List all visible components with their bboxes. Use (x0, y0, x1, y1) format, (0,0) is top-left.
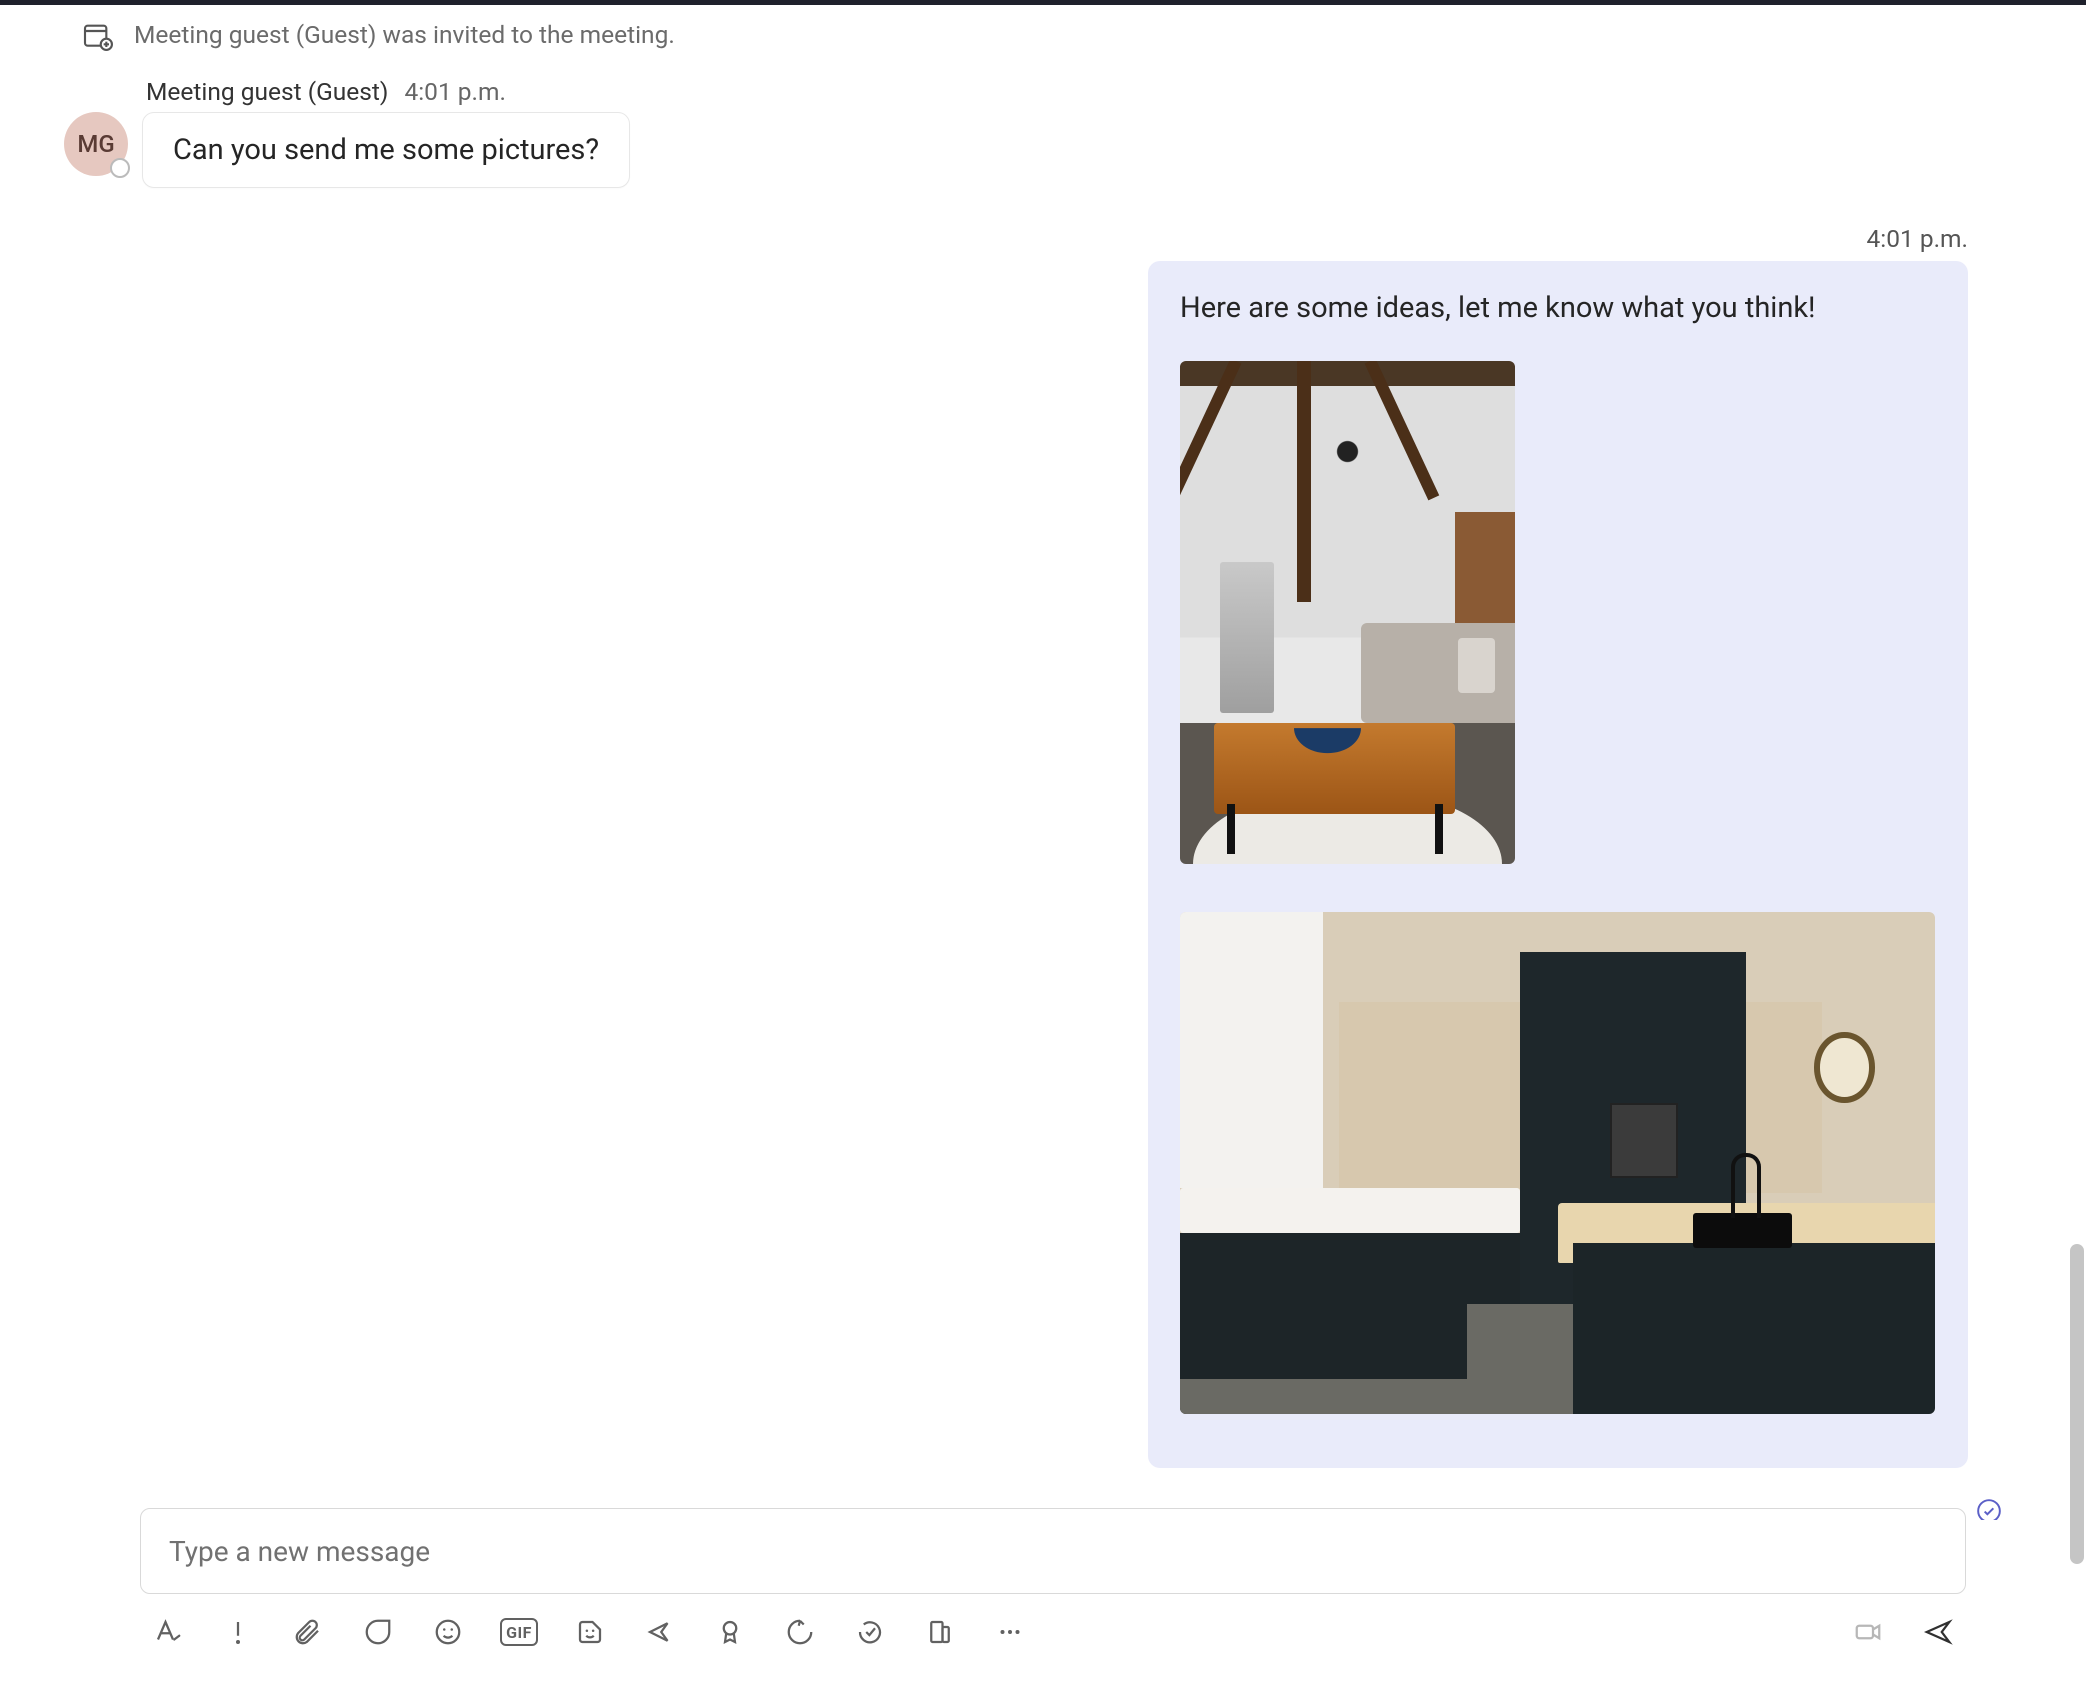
attachment-image-2[interactable] (1180, 912, 1935, 1414)
presence-indicator (110, 158, 130, 178)
outgoing-message-block: 4:01 p.m. Here are some ideas, let me kn… (4, 224, 1968, 1468)
avatar[interactable]: MG (64, 112, 128, 176)
loop-icon[interactable] (360, 1614, 396, 1650)
approvals-icon[interactable] (852, 1614, 888, 1650)
incoming-message-bubble[interactable]: Can you send me some pictures? (142, 112, 630, 188)
outgoing-time: 4:01 p.m. (1867, 224, 1968, 253)
message-input-placeholder: Type a new message (169, 1535, 430, 1568)
attach-icon[interactable] (290, 1614, 326, 1650)
message-input[interactable]: Type a new message (140, 1508, 1966, 1594)
send-button[interactable] (1920, 1614, 1956, 1650)
outgoing-message-text: Here are some ideas, let me know what yo… (1180, 291, 1936, 325)
updates-icon[interactable] (922, 1614, 958, 1650)
sender-name: Meeting guest (Guest) (146, 77, 388, 106)
sticker-icon[interactable] (572, 1614, 608, 1650)
read-receipt-icon (1976, 1498, 2002, 1520)
system-event-text: Meeting guest (Guest) was invited to the… (134, 20, 675, 49)
actions-icon[interactable] (782, 1614, 818, 1650)
incoming-message-header: Meeting guest (Guest) 4:01 p.m. (146, 77, 2082, 106)
priority-icon[interactable] (220, 1614, 256, 1650)
incoming-time: 4:01 p.m. (404, 77, 505, 106)
gif-icon[interactable]: GIF (500, 1618, 538, 1646)
video-clip-icon[interactable] (1850, 1614, 1886, 1650)
format-icon[interactable] (150, 1614, 186, 1650)
scrollbar-thumb[interactable] (2070, 1244, 2084, 1564)
avatar-initials: MG (77, 130, 114, 158)
system-event-row: Meeting guest (Guest) was invited to the… (4, 8, 2082, 53)
attachment-image-1[interactable] (1180, 361, 1515, 864)
incoming-message-row: MG Can you send me some pictures? (64, 112, 2082, 188)
window-top-bar (0, 0, 2086, 5)
composer-area: Type a new message GIF (140, 1508, 1966, 1650)
composer-toolbar: GIF (140, 1614, 1966, 1650)
emoji-icon[interactable] (430, 1614, 466, 1650)
sneak-send-icon[interactable] (642, 1614, 678, 1650)
more-icon[interactable] (992, 1614, 1028, 1650)
chat-scroll-area: Meeting guest (Guest) was invited to the… (4, 8, 2082, 1520)
praise-icon[interactable] (712, 1614, 748, 1650)
calendar-add-icon (80, 18, 114, 52)
outgoing-message-bubble[interactable]: Here are some ideas, let me know what yo… (1148, 261, 1968, 1468)
incoming-message-text: Can you send me some pictures? (173, 133, 599, 167)
